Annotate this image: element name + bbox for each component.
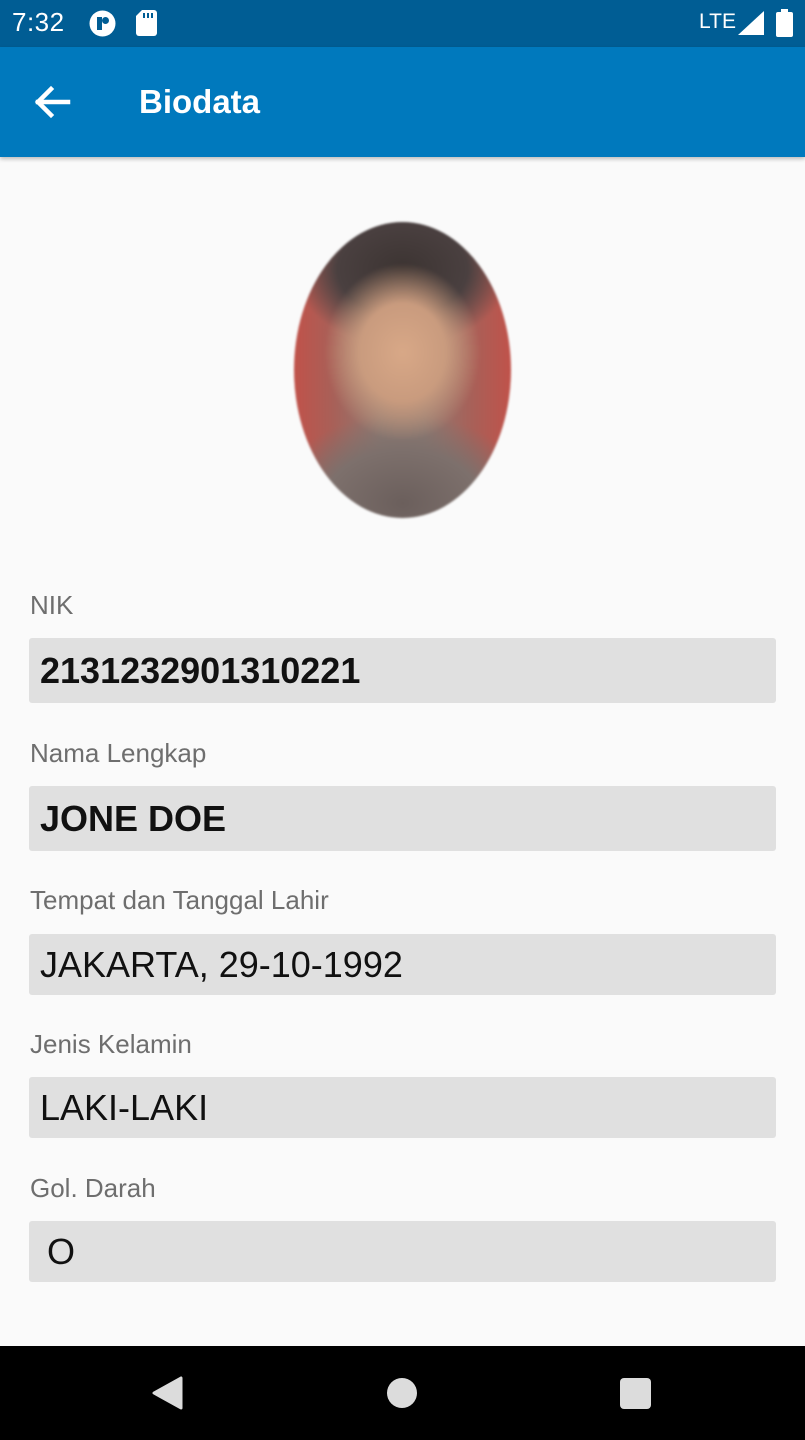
field-gol-darah: O: [29, 1221, 776, 1282]
navigation-bar: [0, 1346, 805, 1440]
network-type: LTE: [699, 10, 736, 33]
page-title: Biodata: [139, 83, 261, 120]
sd-card-icon: [136, 10, 157, 36]
field-label-gol-darah: Gol. Darah: [30, 1173, 156, 1203]
status-time: 7:32: [12, 7, 65, 37]
field-value-gol-darah: O: [47, 1231, 76, 1272]
field-label-nama-lengkap: Nama Lengkap: [30, 738, 207, 768]
app-notification-icon: [89, 10, 116, 37]
profile-photo: [294, 222, 511, 518]
nav-recents-icon[interactable]: [620, 1378, 651, 1409]
field-ttl: JAKARTA, 29-10-1992: [29, 934, 776, 995]
field-nik: 2131232901310221: [29, 638, 776, 703]
field-value-nik: 2131232901310221: [40, 650, 361, 691]
app-bar: Biodata: [0, 47, 805, 157]
field-value-nama-lengkap: JONE DOE: [40, 798, 227, 839]
field-nama-lengkap: JONE DOE: [29, 786, 776, 851]
field-label-jenis-kelamin: Jenis Kelamin: [30, 1029, 192, 1059]
signal-icon: [738, 11, 764, 35]
nav-home-icon[interactable]: [387, 1378, 417, 1408]
field-label-nik: NIK: [30, 590, 74, 620]
back-button[interactable]: [26, 81, 76, 123]
nav-back-icon[interactable]: [151, 1376, 183, 1410]
arrow-left-icon: [34, 85, 71, 119]
field-jenis-kelamin: LAKI-LAKI: [29, 1077, 776, 1138]
field-label-ttl: Tempat dan Tanggal Lahir: [30, 885, 329, 915]
field-value-ttl: JAKARTA, 29-10-1992: [40, 944, 403, 985]
status-bar: 7:32 LTE: [0, 0, 805, 47]
field-value-jenis-kelamin: LAKI-LAKI: [40, 1087, 209, 1128]
battery-icon: [776, 9, 793, 37]
